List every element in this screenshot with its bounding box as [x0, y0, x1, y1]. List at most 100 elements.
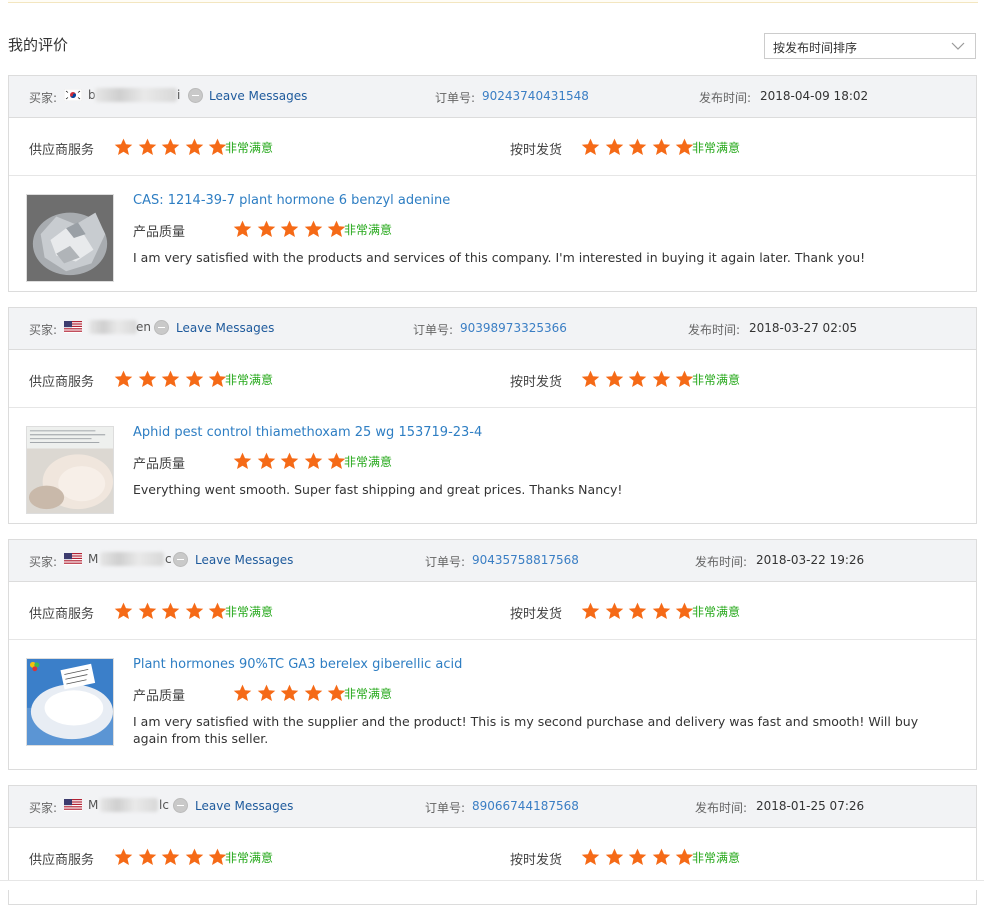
rating-row: 供应商服务 非常满意 按时发货 非常满意 [9, 582, 976, 640]
supplier-service-satisfaction: 非常满意 [225, 851, 274, 865]
published-date: 2018-04-09 18:02 [760, 89, 869, 103]
on-time-delivery-stars [581, 848, 699, 866]
published-label: 发布时间: [688, 323, 741, 337]
product-title-link[interactable]: Plant hormones 90%TC GA3 berelex giberel… [133, 657, 462, 672]
star-icon [114, 370, 133, 388]
buyer-name-suffix: i [177, 88, 181, 102]
star-icon [138, 370, 156, 388]
usa-flag-icon [64, 553, 82, 565]
star-icon [605, 602, 623, 620]
review-header: 买家: M c Leave Messages 订单号: 904357588175… [9, 540, 976, 582]
star-icon [628, 602, 647, 620]
product-quality-satisfaction: 非常满意 [344, 455, 393, 469]
star-icon [185, 370, 203, 388]
on-time-delivery-satisfaction: 非常满意 [692, 605, 741, 619]
star-icon [138, 138, 156, 156]
foil-bag-powder-image[interactable] [26, 194, 114, 282]
buyer-label: 买家: [29, 555, 58, 569]
review-header: 买家: M lc Leave Messages 订单号: 89066744187… [9, 786, 976, 828]
star-icon [161, 848, 180, 866]
supplier-service-satisfaction: 非常满意 [225, 605, 274, 619]
south-korea-flag-icon [64, 89, 82, 101]
supplier-service-stars [114, 848, 232, 866]
star-icon [605, 370, 623, 388]
rating-row: 供应商服务 非常满意 按时发货 非常满意 [9, 118, 976, 176]
supplier-service-stars [114, 370, 232, 388]
review-body: Plant hormones 90%TC GA3 berelex giberel… [9, 640, 976, 771]
sort-select-value: 按发布时间排序 [773, 41, 858, 55]
star-icon [185, 848, 203, 866]
on-time-delivery-stars [581, 138, 699, 156]
chat-icon[interactable] [188, 88, 203, 103]
review-header: 买家: en Leave Messages 订单号: 9039897332536… [9, 308, 976, 350]
order-no-link[interactable]: 90435758817568 [472, 553, 579, 567]
leave-messages-link[interactable]: Leave Messages [176, 321, 274, 335]
on-time-delivery-stars [581, 602, 699, 620]
order-no-label: 订单号: [413, 323, 454, 337]
granule-powder-image[interactable] [26, 426, 114, 514]
on-time-delivery-label: 按时发货 [510, 143, 563, 158]
star-icon [233, 220, 252, 238]
product-quality-stars [233, 684, 351, 702]
leave-messages-link[interactable]: Leave Messages [195, 553, 293, 567]
product-title-link[interactable]: CAS: 1214-39-7 plant hormone 6 benzyl ad… [133, 193, 450, 208]
review-card: 买家: en Leave Messages 订单号: 9039897332536… [8, 307, 977, 524]
supplier-service-satisfaction: 非常满意 [225, 141, 274, 155]
star-icon [304, 684, 322, 702]
chat-icon[interactable] [173, 552, 188, 567]
rating-row: 供应商服务 非常满意 按时发货 非常满意 [9, 350, 976, 408]
page-title: 我的评价 [8, 36, 69, 54]
product-title-link[interactable]: Aphid pest control thiamethoxam 25 wg 15… [133, 425, 482, 440]
review-card: 买家: M c Leave Messages 订单号: 904357588175… [8, 539, 977, 770]
star-icon [257, 684, 275, 702]
order-no-label: 订单号: [425, 555, 466, 569]
star-icon [628, 370, 647, 388]
notice-strip [8, 0, 978, 3]
star-icon [233, 684, 252, 702]
star-icon [114, 602, 133, 620]
chat-icon[interactable] [154, 320, 169, 335]
star-icon [304, 452, 322, 470]
star-icon [652, 848, 670, 866]
leave-messages-link[interactable]: Leave Messages [195, 799, 293, 813]
star-icon [605, 138, 623, 156]
star-icon [161, 602, 180, 620]
chat-icon[interactable] [173, 798, 188, 813]
published-date: 2018-03-27 02:05 [749, 321, 858, 335]
star-icon [161, 138, 180, 156]
supplier-service-label: 供应商服务 [29, 607, 95, 622]
on-time-delivery-satisfaction: 非常满意 [692, 373, 741, 387]
star-icon [581, 848, 600, 866]
leave-messages-link[interactable]: Leave Messages [209, 89, 307, 103]
published-date: 2018-03-22 19:26 [756, 553, 865, 567]
buyer-name-masked [100, 798, 158, 812]
order-no-link[interactable]: 90243740431548 [482, 89, 589, 103]
review-body: Aphid pest control thiamethoxam 25 wg 15… [9, 408, 976, 525]
on-time-delivery-label: 按时发货 [510, 375, 563, 390]
white-powder-image[interactable] [26, 658, 114, 746]
review-comment: I am very satisfied with the products an… [133, 250, 866, 265]
order-no-label: 订单号: [435, 91, 476, 105]
buyer-label: 买家: [29, 91, 58, 105]
review-comment: Everything went smooth. Super fast shipp… [133, 482, 623, 497]
product-quality-stars [233, 220, 351, 238]
order-no-link[interactable]: 90398973325366 [460, 321, 567, 335]
review-header: 买家: b i Leave Messages 订单号: 902437404315… [9, 76, 976, 118]
buyer-name-suffix: lc [159, 798, 169, 812]
order-no-label: 订单号: [425, 801, 466, 815]
order-no-link[interactable]: 89066744187568 [472, 799, 579, 813]
buyer-name-prefix: M [88, 798, 99, 812]
star-icon [581, 370, 600, 388]
published-label: 发布时间: [699, 91, 752, 105]
star-icon [161, 370, 180, 388]
star-icon [280, 452, 299, 470]
star-icon [257, 220, 275, 238]
supplier-service-stars [114, 138, 232, 156]
product-quality-label: 产品质量 [133, 457, 186, 472]
star-icon [280, 684, 299, 702]
supplier-service-stars [114, 602, 232, 620]
review-card: 买家: b i Leave Messages 订单号: 902437404315… [8, 75, 977, 292]
sort-select[interactable]: 按发布时间排序 [764, 33, 976, 59]
buyer-name-masked [100, 552, 164, 566]
review-body: CAS: 1214-39-7 plant hormone 6 benzyl ad… [9, 176, 976, 293]
